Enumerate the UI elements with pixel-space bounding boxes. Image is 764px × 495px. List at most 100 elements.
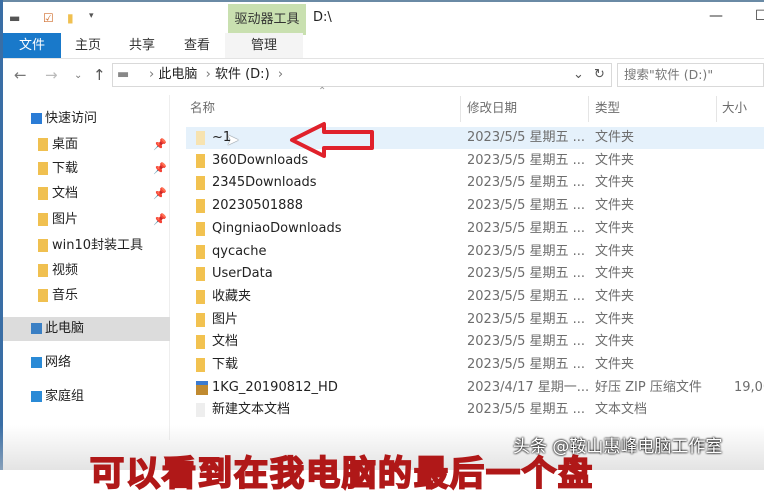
- sidebar-item[interactable]: 文档 📌: [3, 182, 170, 206]
- file-row[interactable]: qycache 2023/5/5 星期五 ... 文件夹: [186, 241, 764, 263]
- drive-icon: ▬: [117, 67, 130, 82]
- file-name: QingniaoDownloads: [212, 220, 342, 236]
- column-header-type[interactable]: 类型: [595, 96, 620, 120]
- sidebar-item-label: 此电脑: [45, 321, 85, 336]
- tab-view[interactable]: 查看: [180, 33, 214, 58]
- file-row[interactable]: 360Downloads 2023/5/5 星期五 ... 文件夹: [186, 150, 764, 172]
- maximize-button[interactable]: ☐: [755, 8, 764, 24]
- file-name: 收藏夹: [212, 288, 252, 304]
- sidebar-item[interactable]: 视频: [3, 259, 170, 283]
- file-date: 2023/5/5 星期五 ...: [467, 402, 586, 418]
- file-name: 20230501888: [212, 198, 303, 214]
- file-row[interactable]: UserData 2023/5/5 星期五 ... 文件夹: [186, 263, 764, 285]
- file-name: 下载: [212, 357, 239, 372]
- file-row[interactable]: 20230501888 2023/5/5 星期五 ... 文件夹: [186, 195, 764, 217]
- tab-file[interactable]: 文件: [3, 33, 61, 58]
- file-name: UserData: [212, 266, 273, 282]
- sidebar-item[interactable]: 家庭组: [3, 385, 170, 409]
- sidebar-item-label: 下载: [52, 161, 79, 176]
- sidebar-item-label: 家庭组: [45, 389, 85, 404]
- zip-archive-icon: [196, 380, 208, 395]
- breadcrumb-this-pc[interactable]: 此电脑: [158, 67, 197, 82]
- sidebar-item[interactable]: 快速访问: [3, 107, 170, 131]
- window-title: D:\: [313, 10, 332, 25]
- recent-locations-button[interactable]: ⌄: [74, 70, 82, 81]
- new-folder-icon[interactable]: ▮: [67, 11, 74, 25]
- sidebar-item[interactable]: win10封装工具: [3, 234, 170, 258]
- file-date: 2023/5/5 星期五 ...: [467, 266, 586, 282]
- folder-icon: [196, 358, 205, 372]
- forward-button[interactable]: →: [45, 66, 58, 84]
- file-type: 文件夹: [595, 198, 635, 214]
- file-date: 2023/5/5 星期五 ...: [467, 288, 586, 304]
- red-arrow-annotation: [290, 122, 374, 158]
- file-date: 2023/5/5 星期五 ...: [467, 311, 586, 327]
- column-divider[interactable]: [716, 96, 717, 122]
- file-row[interactable]: 1KG_20190812_HD 2023/4/17 星期一... 好压 ZIP 压缩…: [186, 377, 764, 399]
- file-type: 文件夹: [595, 130, 635, 145]
- search-input[interactable]: 搜索"软件 (D:)": [617, 63, 764, 87]
- breadcrumb-drive-d[interactable]: 软件 (D:): [215, 67, 270, 82]
- column-divider[interactable]: [588, 96, 589, 122]
- file-date: 2023/4/17 星期一...: [467, 379, 590, 395]
- up-button[interactable]: ↑: [93, 66, 106, 84]
- file-row[interactable]: 文档 2023/5/5 星期五 ... 文件夹: [186, 331, 764, 353]
- file-type: 文本文档: [595, 402, 648, 418]
- minimize-button[interactable]: —: [709, 8, 723, 24]
- file-row[interactable]: 图片 2023/5/5 星期五 ... 文件夹: [186, 309, 764, 331]
- text-file-icon: [196, 403, 205, 418]
- sidebar-item[interactable]: 桌面 📌: [3, 133, 170, 157]
- file-date: 2023/5/5 星期五 ...: [467, 175, 586, 191]
- pin-icon[interactable]: 📌: [153, 208, 167, 232]
- tab-share[interactable]: 共享: [125, 33, 159, 58]
- file-row[interactable]: 2345Downloads 2023/5/5 星期五 ... 文件夹: [186, 172, 764, 194]
- pin-icon[interactable]: 📌: [153, 133, 167, 157]
- sidebar-item[interactable]: 下载 📌: [3, 157, 170, 181]
- column-header-date[interactable]: 修改日期: [467, 96, 517, 120]
- sidebar-item-label: 图片: [52, 212, 79, 227]
- address-bar[interactable]: ▬ › 此电脑 › 软件 (D:) › ⌄ ↻: [112, 63, 612, 87]
- column-divider[interactable]: [460, 96, 461, 122]
- sidebar-item-label: win10封装工具: [52, 238, 144, 253]
- file-row[interactable]: 下载 2023/5/5 星期五 ... 文件夹: [186, 354, 764, 376]
- drive-icon: ▬: [9, 11, 21, 25]
- drive-tools-tab: 驱动器工具: [228, 4, 306, 35]
- sidebar-item[interactable]: 网络: [3, 351, 170, 375]
- file-row[interactable]: 新建文本文档 2023/5/5 星期五 ... 文本文档: [186, 399, 764, 421]
- file-date: 2023/5/5 星期五 ...: [467, 198, 586, 214]
- sidebar-item[interactable]: 图片 📌: [3, 208, 170, 232]
- customize-toolbar-icon[interactable]: ▾: [89, 11, 94, 21]
- sidebar-item[interactable]: 此电脑: [3, 317, 170, 341]
- pin-icon[interactable]: 📌: [153, 157, 167, 181]
- file-type: 文件夹: [595, 334, 635, 350]
- sidebar-item-label: 音乐: [52, 288, 79, 303]
- file-type: 文件夹: [595, 266, 635, 282]
- homegroup-icon: [31, 391, 42, 402]
- file-type: 文件夹: [595, 175, 635, 191]
- pictures-folder-icon: [38, 213, 48, 226]
- address-dropdown-icon[interactable]: ⌄: [573, 64, 584, 86]
- file-date: 2023/5/5 星期五 ...: [467, 357, 586, 372]
- download-folder-icon: [38, 162, 48, 175]
- file-type: 文件夹: [595, 311, 635, 327]
- file-row[interactable]: QingniaoDownloads 2023/5/5 星期五 ... 文件夹: [186, 218, 764, 240]
- file-type: 文件夹: [595, 288, 635, 304]
- computer-icon: [31, 323, 42, 334]
- pin-icon[interactable]: 📌: [153, 182, 167, 206]
- file-name: qycache: [212, 243, 267, 259]
- tab-manage[interactable]: 管理: [225, 33, 303, 58]
- column-header-name[interactable]: 名称: [190, 96, 215, 120]
- network-icon: [31, 357, 42, 368]
- back-button[interactable]: ←: [14, 66, 27, 84]
- sidebar-item-label: 网络: [45, 355, 72, 370]
- properties-icon[interactable]: ☑: [43, 11, 54, 25]
- tab-home[interactable]: 主页: [71, 33, 105, 58]
- sidebar-item-label: 文档: [52, 186, 79, 201]
- folder-icon: [196, 199, 205, 214]
- folder-icon: [196, 131, 205, 145]
- column-header-size[interactable]: 大小: [722, 96, 747, 120]
- sidebar-item[interactable]: 音乐: [3, 284, 170, 308]
- refresh-icon[interactable]: ↻: [594, 64, 605, 86]
- file-row[interactable]: ~1 2023/5/5 星期五 ... 文件夹: [186, 127, 764, 149]
- file-row[interactable]: 收藏夹 2023/5/5 星期五 ... 文件夹: [186, 286, 764, 308]
